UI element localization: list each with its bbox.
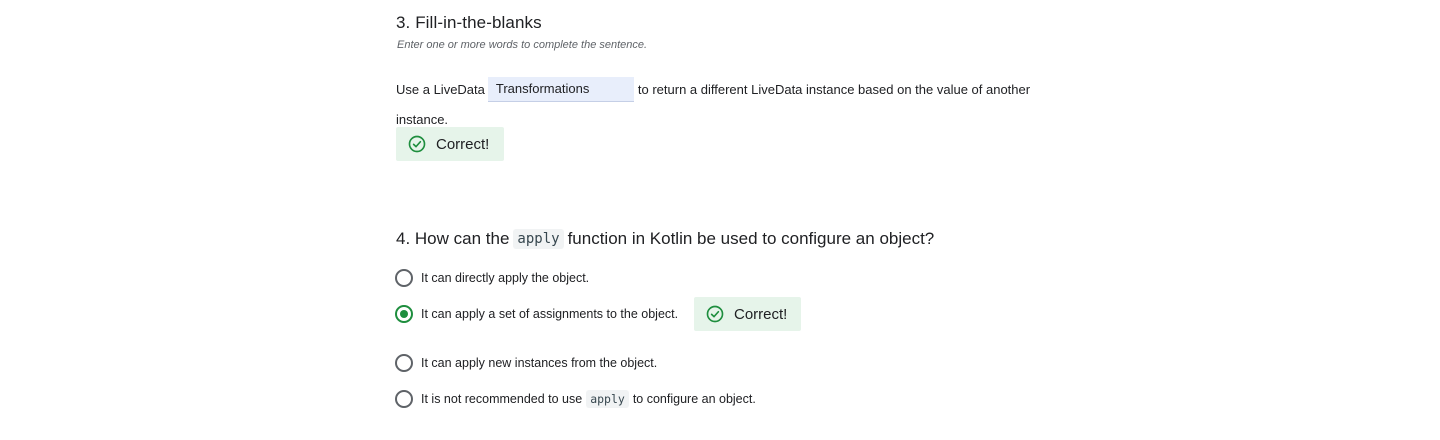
question-4-correct-feedback: Correct! [694, 297, 801, 331]
option-label-suffix: to configure an object. [632, 392, 756, 406]
sentence-wrap-text: instance. [396, 112, 449, 128]
check-circle-icon [706, 305, 724, 323]
fill-in-blank-sentence: Use a LiveData to return a different Live… [396, 74, 1056, 134]
option-1[interactable]: It can directly apply the object. [395, 269, 589, 287]
option-3[interactable]: It can apply new instances from the obje… [395, 354, 657, 372]
question-4-title: 4. How can the apply function in Kotlin … [396, 229, 934, 249]
radio-button[interactable] [395, 269, 413, 287]
radio-button[interactable] [395, 354, 413, 372]
option-label: It can directly apply the object. [421, 271, 590, 285]
option-label: It can apply new instances from the obje… [421, 356, 658, 370]
option-label-code: apply [586, 390, 629, 408]
question-4-title-suffix: function in Kotlin be used to configure … [567, 229, 935, 248]
question-3-title: 3. Fill-in-the-blanks [396, 13, 542, 32]
sentence-after-text: to return a different LiveData instance … [637, 82, 1031, 98]
fill-in-blank-input[interactable] [487, 77, 634, 103]
check-circle-icon [408, 135, 426, 153]
question-3-correct-feedback: Correct! [396, 127, 504, 161]
question-4-title-prefix: 4. How can the [396, 229, 510, 248]
feedback-label: Correct! [734, 305, 788, 323]
option-2[interactable]: It can apply a set of assignments to the… [395, 305, 678, 323]
option-label: It can apply a set of assignments to the… [421, 307, 679, 321]
radio-button[interactable] [395, 390, 413, 408]
option-label-prefix: It is not recommended to use [421, 392, 583, 406]
option-4[interactable]: It is not recommended to use apply to co… [395, 390, 756, 408]
sentence-before-text: Use a LiveData [396, 82, 485, 98]
question-4-title-code: apply [513, 229, 564, 249]
feedback-label: Correct! [436, 135, 490, 153]
question-3-instructions: Enter one or more words to complete the … [397, 39, 648, 51]
radio-button-selected[interactable] [395, 305, 413, 323]
